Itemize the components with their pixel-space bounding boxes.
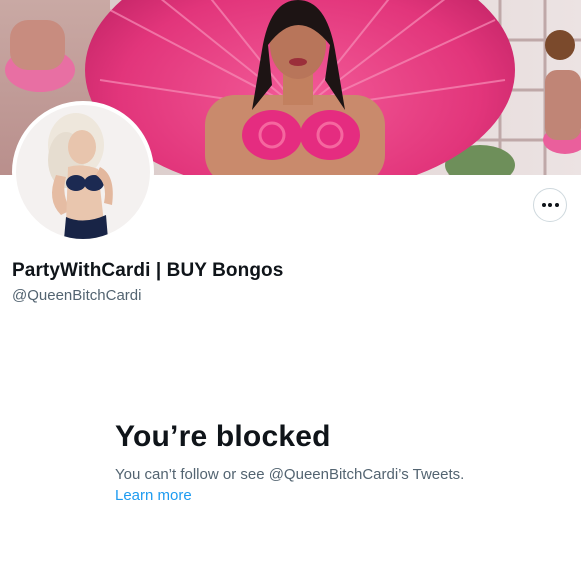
profile-display-name: PartyWithCardi | BUY Bongos (12, 260, 284, 281)
profile-avatar[interactable] (12, 101, 154, 243)
profile-handle: @QueenBitchCardi (12, 287, 142, 304)
avatar-image (16, 105, 150, 239)
blocked-title: You’re blocked (115, 420, 331, 453)
learn-more-link[interactable]: Learn more (115, 487, 192, 504)
more-horizontal-icon (541, 203, 559, 207)
blocked-description: You can’t follow or see @QueenBitchCardi… (115, 466, 465, 483)
more-options-button[interactable] (533, 188, 567, 222)
